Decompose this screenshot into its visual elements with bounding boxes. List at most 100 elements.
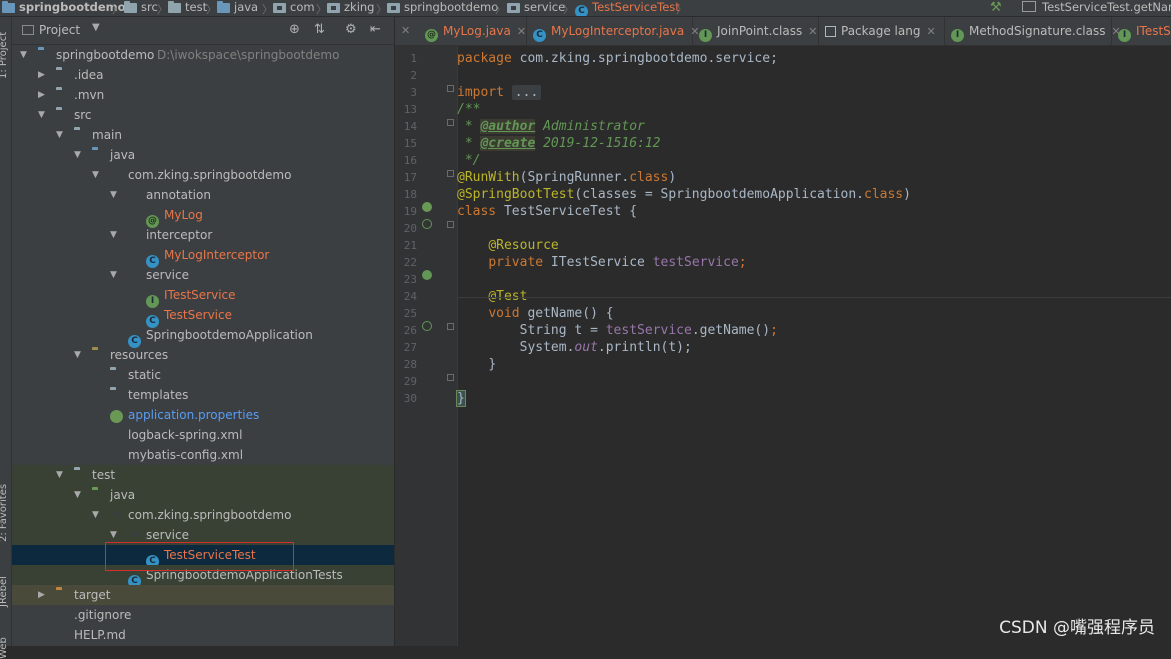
gear-icon[interactable]: ⚙: [345, 22, 357, 37]
tab-mylog[interactable]: @ MyLog.java ✕: [419, 17, 527, 45]
code-line[interactable]: * @create 2019-12-1516:12: [457, 135, 661, 152]
code-line[interactable]: import ...: [457, 84, 542, 101]
chevron-down-icon[interactable]: ▼: [110, 265, 120, 285]
build-hammer-icon[interactable]: ⚒: [990, 0, 1002, 15]
tree-item[interactable]: C TestService: [12, 305, 394, 328]
code-line[interactable]: }: [457, 356, 496, 373]
tree-item[interactable]: ▼ service: [12, 525, 394, 545]
code-line[interactable]: /**: [457, 101, 480, 118]
chevron-down-icon[interactable]: ▼: [110, 185, 120, 205]
chevron-down-icon[interactable]: ▼: [38, 105, 48, 125]
tree-item[interactable]: templates: [12, 385, 394, 405]
tree-item[interactable]: ▼ interceptor: [12, 225, 394, 245]
tree-item[interactable]: ▼ resources: [12, 345, 394, 365]
run-test-method-icon[interactable]: [422, 321, 432, 331]
project-tool-button[interactable]: 1: Project: [0, 32, 9, 79]
run-configuration-selector[interactable]: TestServiceTest.getName: [1022, 0, 1171, 16]
fold-import-marker[interactable]: [447, 85, 454, 92]
folded-imports[interactable]: ...: [511, 85, 542, 100]
fold-doc-end-marker[interactable]: [447, 170, 454, 177]
breadcrumb-item-test[interactable]: test: [168, 0, 207, 16]
tree-item[interactable]: ▶ target: [12, 585, 394, 605]
project-view-selector[interactable]: Project: [39, 23, 80, 37]
tree-item[interactable]: ▼ java: [12, 485, 394, 505]
chevron-down-icon[interactable]: ▼: [56, 125, 66, 145]
code-line[interactable]: @SpringBootTest(classes = Springbootdemo…: [457, 186, 911, 203]
tree-item[interactable]: .gitignore: [12, 605, 394, 625]
tree-item[interactable]: @ MyLog: [12, 205, 394, 228]
tab-joinpoint[interactable]: I JoinPoint.class ✕: [693, 17, 819, 45]
breadcrumb-item-src[interactable]: src: [124, 0, 158, 16]
breadcrumb-item-zking[interactable]: zking: [327, 0, 374, 16]
chevron-down-icon[interactable]: ▼: [74, 145, 84, 165]
tree-item[interactable]: C MyLogInterceptor: [12, 245, 394, 268]
breadcrumb-item-java[interactable]: java: [217, 0, 258, 16]
chevron-down-icon[interactable]: ▼: [92, 165, 102, 185]
tree-item[interactable]: ▼ com.zking.springbootdemo: [12, 505, 394, 525]
tree-item[interactable]: ▶ .idea: [12, 65, 394, 85]
tree-item[interactable]: C TestServiceTest: [12, 545, 394, 568]
tree-item[interactable]: ▼ src: [12, 105, 394, 125]
chevron-down-icon[interactable]: ▼: [92, 505, 102, 525]
tab-myloginterceptor[interactable]: C MyLogInterceptor.java ✕: [527, 17, 699, 45]
navigate-bean-icon[interactable]: [422, 270, 432, 280]
code-line[interactable]: class TestServiceTest {: [457, 203, 637, 220]
tab-package-lang[interactable]: Package lang ✕: [819, 17, 945, 45]
breadcrumb-item-class[interactable]: C TestServiceTest: [575, 0, 680, 16]
breadcrumb-item-project[interactable]: springbootdemo: [2, 0, 126, 16]
chevron-down-icon[interactable]: ▼: [56, 465, 66, 485]
code-line[interactable]: System.out.println(t);: [457, 339, 692, 356]
tree-item[interactable]: mybatis-config.xml: [12, 445, 394, 465]
close-icon[interactable]: ✕: [517, 25, 526, 38]
tree-item[interactable]: ▼ com.zking.springbootdemo: [12, 165, 394, 185]
code-line[interactable]: }: [456, 390, 466, 407]
chevron-down-icon[interactable]: ▼: [110, 225, 120, 245]
code-line[interactable]: @RunWith(SpringRunner.class): [457, 169, 676, 186]
code-line[interactable]: */: [457, 152, 481, 169]
fold-doc-marker[interactable]: [447, 119, 454, 126]
chevron-down-icon[interactable]: ▼: [92, 22, 100, 33]
tree-item[interactable]: ▶ .mvn: [12, 85, 394, 105]
tree-item[interactable]: HELP.md: [12, 625, 394, 645]
jrebel-tool-button[interactable]: JRebel: [0, 576, 9, 607]
close-icon[interactable]: ✕: [401, 24, 410, 37]
fold-class-marker[interactable]: [447, 221, 454, 228]
breadcrumb-item-springbootdemo[interactable]: springbootdemo: [387, 0, 498, 16]
tree-item[interactable]: ▼ service: [12, 265, 394, 285]
close-icon[interactable]: ✕: [808, 25, 817, 38]
tree-item[interactable]: ▼ springbootdemo D:\iwokspace\springbootde…: [12, 45, 394, 65]
tree-item[interactable]: ▼ annotation: [12, 185, 394, 205]
code-line[interactable]: @Resource: [457, 237, 558, 254]
locate-file-icon[interactable]: ⊕: [289, 22, 300, 37]
chevron-down-icon[interactable]: ▼: [20, 45, 30, 65]
code-line[interactable]: package com.zking.springbootdemo.service…: [457, 50, 778, 67]
tree-item[interactable]: I ITestService: [12, 285, 394, 308]
fold-method-end-marker[interactable]: [447, 374, 454, 381]
hide-panel-icon[interactable]: ⇤: [370, 22, 381, 37]
tree-item[interactable]: C SpringbootdemoApplication: [12, 325, 394, 348]
tree-item[interactable]: application.properties: [12, 405, 394, 425]
spring-bean-icon[interactable]: [422, 202, 432, 212]
tree-item[interactable]: logback-spring.xml: [12, 425, 394, 445]
tab-methodsignature[interactable]: I MethodSignature.class ✕: [945, 17, 1121, 45]
breadcrumb-item-com[interactable]: com: [273, 0, 315, 16]
code-line[interactable]: private ITestService testService;: [457, 254, 746, 271]
chevron-down-icon[interactable]: ▼: [110, 525, 120, 545]
tab-itestservice[interactable]: I ITestS: [1112, 17, 1171, 45]
web-tool-button[interactable]: Web: [0, 637, 9, 659]
tree-item[interactable]: static: [12, 365, 394, 385]
breadcrumb-item-service[interactable]: service: [507, 0, 565, 16]
tree-item[interactable]: C SpringbootdemoApplicationTests: [12, 565, 394, 588]
code-line[interactable]: void getName() {: [457, 305, 613, 322]
favorites-tool-button[interactable]: 2: Favorites: [0, 484, 9, 542]
fold-method-marker[interactable]: [447, 323, 454, 330]
run-test-class-icon[interactable]: [422, 219, 432, 229]
tree-item[interactable]: ▼ test: [12, 465, 394, 485]
code-line[interactable]: String t = testService.getName();: [457, 322, 778, 339]
chevron-down-icon[interactable]: ▼: [74, 345, 84, 365]
close-icon[interactable]: ✕: [926, 25, 935, 38]
collapse-all-icon[interactable]: ⇅: [314, 22, 325, 37]
tree-item[interactable]: ▼ main: [12, 125, 394, 145]
chevron-down-icon[interactable]: ▼: [74, 485, 84, 505]
chevron-right-icon[interactable]: ▶: [38, 85, 48, 105]
